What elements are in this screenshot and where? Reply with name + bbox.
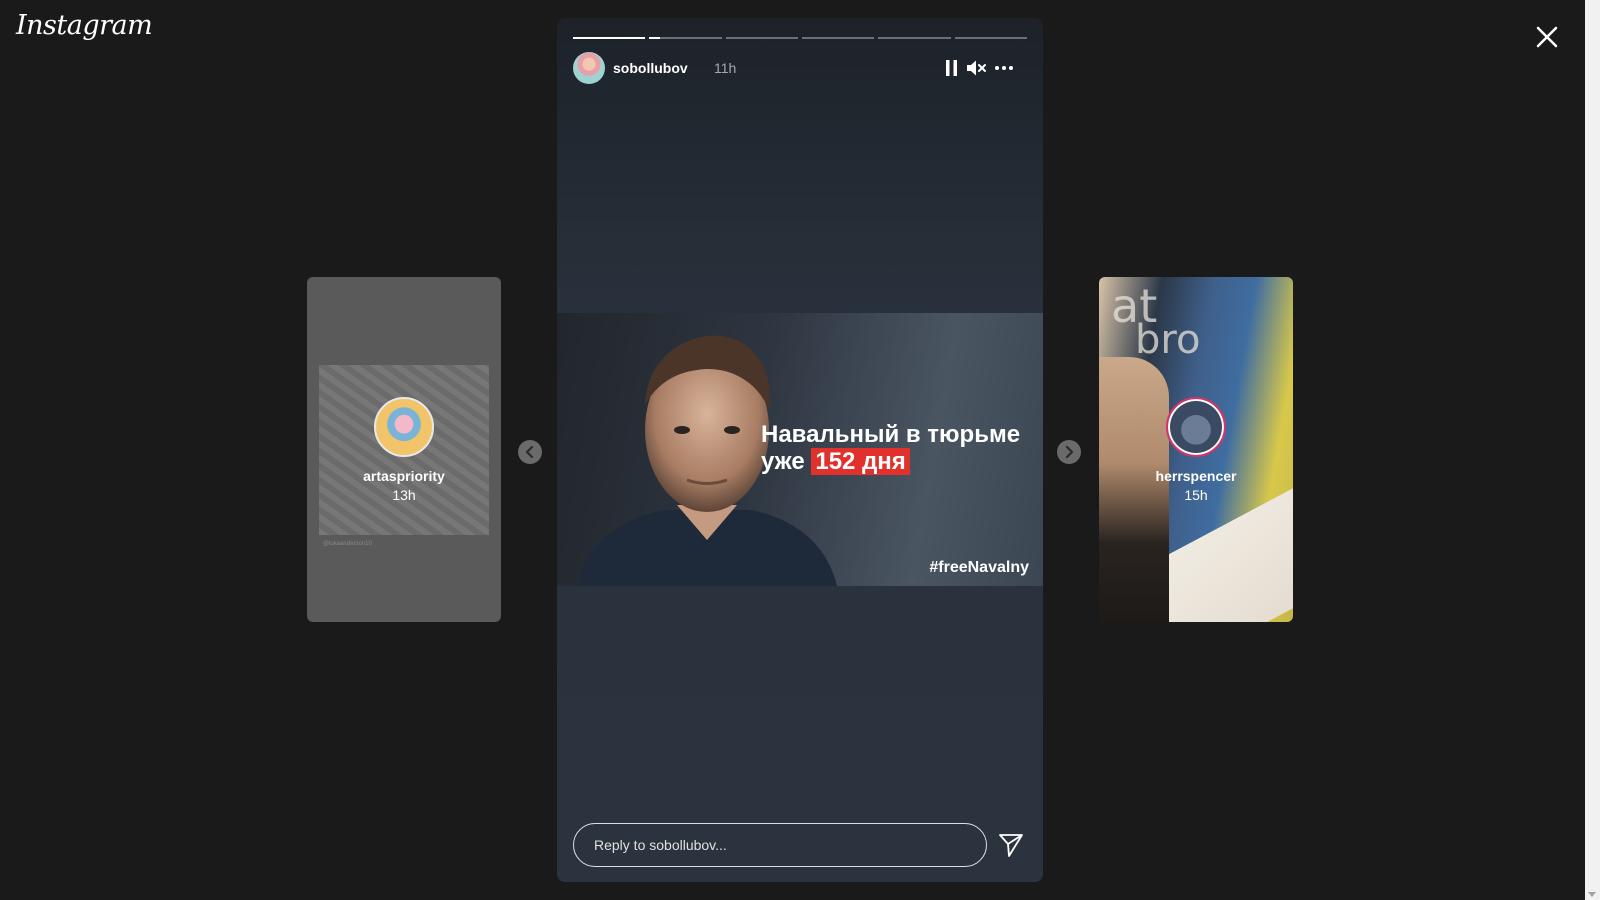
preview-caption: @lukaanderson10 bbox=[323, 541, 372, 547]
chevron-left-icon bbox=[525, 445, 534, 459]
reply-input[interactable] bbox=[573, 823, 987, 867]
hashtag: #freeNavalny bbox=[929, 559, 1029, 576]
scroll-down-icon[interactable] bbox=[1588, 892, 1596, 897]
avatar bbox=[374, 397, 434, 457]
headline-line: уже 152 дня bbox=[761, 448, 1037, 475]
progress-segment-fill bbox=[573, 37, 646, 39]
progress-segment-fill bbox=[649, 37, 661, 39]
progress-segment bbox=[573, 37, 646, 39]
preview-timestamp: 13h bbox=[392, 487, 416, 503]
story-viewer[interactable]: sobollubov 11h Навальный в тюрьме уже 15… bbox=[557, 18, 1043, 882]
avatar bbox=[1166, 397, 1226, 457]
preview-timestamp: 15h bbox=[1184, 487, 1208, 503]
instagram-logo[interactable]: Instagram bbox=[16, 10, 153, 41]
story-header: sobollubov 11h bbox=[573, 52, 1027, 84]
previous-story-preview[interactable]: @lukaanderson10 artaspriority 13h bbox=[307, 277, 501, 622]
previous-story-button[interactable] bbox=[518, 440, 542, 464]
next-story-preview[interactable]: at bro herrspencer 15h bbox=[1099, 277, 1293, 622]
progress-segment bbox=[649, 37, 722, 39]
send-icon[interactable] bbox=[997, 831, 1025, 859]
story-image: Навальный в тюрьме уже 152 дня #freeNava… bbox=[557, 313, 1043, 586]
pause-icon[interactable] bbox=[940, 56, 964, 80]
headline-prefix: уже bbox=[761, 448, 805, 475]
progress-segment bbox=[801, 37, 875, 39]
progress-segment bbox=[878, 37, 951, 39]
preview-username: herrspencer bbox=[1155, 468, 1237, 484]
days-count-highlight: 152 дня bbox=[811, 448, 910, 475]
reply-bar bbox=[573, 823, 1027, 867]
chevron-right-icon bbox=[1065, 445, 1074, 459]
volume-muted-icon[interactable] bbox=[964, 56, 988, 80]
story-timestamp: 11h bbox=[714, 60, 737, 76]
avatar[interactable] bbox=[573, 52, 605, 84]
next-story-button[interactable] bbox=[1057, 440, 1081, 464]
close-icon[interactable] bbox=[1532, 22, 1562, 52]
story-username[interactable]: sobollubov bbox=[613, 60, 688, 76]
progress-segment bbox=[954, 37, 1027, 39]
banner-headline: Навальный в тюрьме уже 152 дня bbox=[761, 421, 1037, 475]
progress-segment bbox=[725, 37, 798, 39]
preview-username: artaspriority bbox=[363, 468, 445, 484]
story-progress-bar bbox=[573, 37, 1027, 39]
preview-sketch-text: bro bbox=[1135, 317, 1201, 363]
scrollbar[interactable] bbox=[1585, 0, 1600, 900]
headline-line: Навальный в тюрьме bbox=[761, 421, 1021, 448]
more-icon[interactable] bbox=[992, 56, 1016, 80]
